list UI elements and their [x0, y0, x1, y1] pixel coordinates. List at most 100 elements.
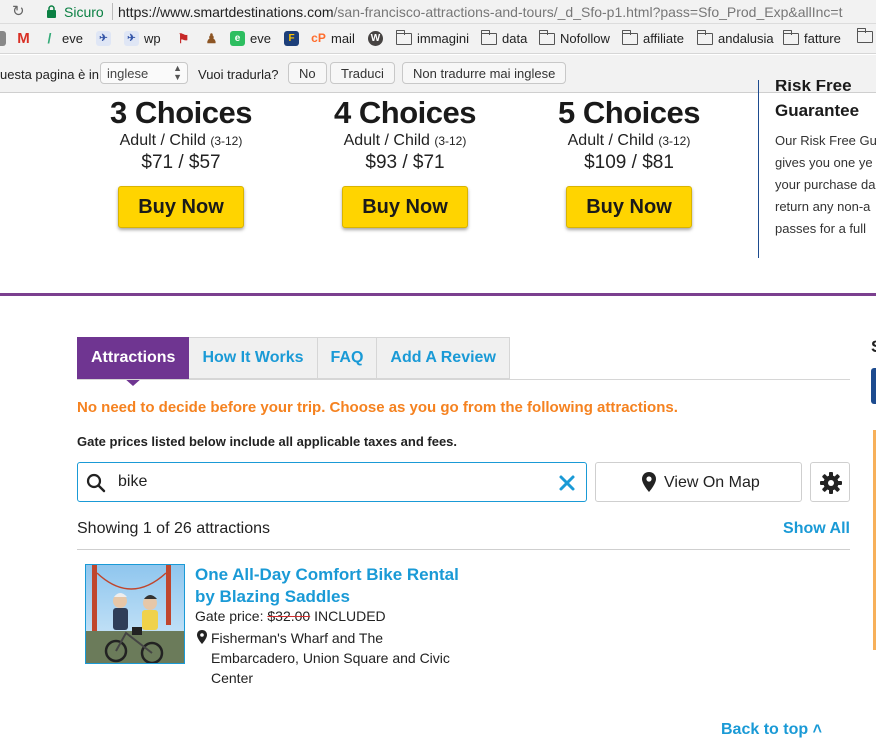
plane-icon: ✈ — [96, 31, 111, 46]
attraction-location: Fisherman's Wharf and The Embarcadero, U… — [211, 630, 450, 686]
bookmark-eve-2[interactable]: e eve — [230, 31, 271, 46]
bookmark-label: immagini — [417, 31, 470, 46]
bookmark-tool[interactable]: ♟ — [204, 31, 219, 46]
settings-button[interactable] — [810, 462, 850, 502]
risk-line: return any non-a — [775, 199, 871, 214]
cyclist-icon: ⚑ — [177, 31, 190, 46]
bookmark-wordpress[interactable]: W — [368, 31, 383, 46]
sidebar-button-clipped[interactable] — [871, 368, 876, 404]
translate-bar: uesta pagina è in inglese ▲ ▼ Vuoi tradur… — [0, 55, 876, 93]
gear-icon — [820, 472, 842, 494]
plan-price: $71 / $57 — [141, 152, 221, 173]
bookmark-andalusia[interactable]: andalusia — [696, 29, 774, 46]
buy-now-button-4[interactable]: Buy Now — [342, 186, 468, 228]
attraction-thumbnail[interactable] — [85, 564, 185, 664]
bookmark-label: mail — [331, 31, 355, 46]
attraction-title-link[interactable]: One All-Day Comfort Bike Rental by Blazi… — [195, 564, 465, 608]
plan-3-choices: 3 Choices Adult / Child (3-12) $71 / $57 — [106, 96, 256, 174]
bookmark-data[interactable]: data — [480, 29, 527, 46]
wordpress-icon: W — [368, 31, 383, 46]
url-field[interactable]: https://www.smartdestinations.com/san-fr… — [118, 4, 842, 20]
folder-icon — [395, 29, 412, 45]
bookmark-affiliate[interactable]: affiliate — [621, 29, 684, 46]
bookmark-partial-folder[interactable] — [856, 28, 873, 43]
plane-icon: ✈ — [124, 31, 139, 46]
no-button[interactable]: No — [288, 62, 327, 84]
back-to-top-link[interactable]: Back to top ˄ — [721, 721, 822, 739]
bookmark-cyclist[interactable]: ⚑ — [176, 31, 191, 46]
bookmark-label: affiliate — [643, 31, 684, 46]
bookmark-mail[interactable]: cP mail — [311, 31, 355, 46]
bookmark-label: Nofollow — [560, 31, 610, 46]
figure-icon: ♟ — [205, 31, 218, 46]
folder-icon — [538, 29, 555, 45]
risk-line: gives you one ye — [775, 155, 873, 170]
bookmark-f[interactable]: F — [284, 31, 299, 46]
bookmark-nofollow[interactable]: Nofollow — [538, 29, 610, 46]
plan-title: 3 Choices — [110, 95, 252, 130]
search-icon — [86, 473, 106, 493]
bike-riders-photo — [86, 565, 184, 663]
translate-button[interactable]: Traduci — [330, 62, 395, 84]
bookmark-gmail[interactable]: M — [16, 31, 31, 46]
section-divider — [0, 293, 876, 296]
tab-how-it-works[interactable]: How It Works — [189, 337, 318, 379]
f-logo-icon: F — [284, 31, 299, 46]
bookmarks-bar: M / eve ✈ ✈ wp ⚑ ♟ e eve F cP mail W immagin… — [0, 24, 876, 54]
intro-text: No need to decide before your trip. Choo… — [77, 399, 678, 416]
lock-icon — [47, 5, 56, 18]
bookmark-partial[interactable] — [0, 31, 6, 46]
plan-subtitle: Adult / Child (3-12) — [106, 132, 256, 150]
bookmark-label: eve — [250, 31, 271, 46]
included-label: INCLUDED — [314, 608, 386, 624]
bookmark-fatture[interactable]: fatture — [782, 29, 841, 46]
bookmark-immagini[interactable]: immagini — [395, 29, 470, 46]
translate-question: Vuoi tradurla? — [198, 67, 279, 82]
view-on-map-button[interactable]: View On Map — [595, 462, 802, 502]
plan-age: (3-12) — [434, 134, 467, 148]
cpanel-icon: cP — [311, 31, 326, 45]
evernote-icon: e — [230, 31, 245, 46]
risk-title-top: Risk Free — [775, 80, 852, 95]
search-input[interactable]: bike — [77, 462, 587, 502]
gate-price: Gate price: $32.00 INCLUDED — [195, 608, 386, 624]
language-value: inglese — [107, 66, 149, 81]
url-path: /san-francisco-attractions-and-tours/_d_… — [333, 4, 843, 20]
chevron-updown-icon: ▲ ▼ — [173, 63, 182, 82]
plan-4-choices: 4 Choices Adult / Child (3-12) $93 / $71 — [330, 96, 480, 174]
bookmark-label: eve — [62, 31, 83, 46]
plan-subtitle: Adult / Child (3-12) — [554, 132, 704, 150]
plan-price: $109 / $81 — [584, 152, 674, 173]
bookmark-eve-1[interactable]: / eve — [42, 30, 83, 47]
buy-now-button-5[interactable]: Buy Now — [566, 186, 692, 228]
tab-faq[interactable]: FAQ — [317, 337, 378, 379]
back-to-top-label: Back to top — [721, 721, 809, 738]
map-pin-icon — [642, 472, 656, 492]
show-all-link[interactable]: Show All — [783, 520, 850, 538]
plan-price: $93 / $71 — [365, 152, 445, 173]
bookmark-label: fatture — [804, 31, 841, 46]
never-translate-button[interactable]: Non tradurre mai inglese — [402, 62, 567, 84]
buy-now-button-3[interactable]: Buy Now — [118, 186, 244, 228]
bookmark-wp[interactable]: ✈ wp — [124, 31, 161, 46]
tab-attractions[interactable]: Attractions — [77, 337, 190, 386]
folder-icon — [696, 29, 713, 45]
plan-title: 5 Choices — [558, 95, 700, 130]
plan-age: (3-12) — [210, 134, 243, 148]
bookmark-icon-only[interactable]: ✈ — [96, 31, 111, 46]
risk-title: Guarantee — [775, 101, 860, 120]
language-select[interactable]: inglese ▲ ▼ — [100, 62, 188, 84]
folder-icon — [782, 29, 799, 45]
reload-icon[interactable]: ↻ — [12, 2, 25, 20]
risk-line: Our Risk Free Gu — [775, 133, 876, 148]
plan-audience: Adult / Child — [343, 132, 430, 149]
url-host: https://www.smartdestinations.com — [118, 4, 334, 20]
close-icon[interactable] — [558, 474, 576, 492]
folder-icon — [621, 29, 638, 45]
tab-add-review[interactable]: Add A Review — [377, 337, 510, 379]
plan-title: 4 Choices — [334, 95, 476, 130]
plan-audience: Adult / Child — [119, 132, 206, 149]
feather-icon: / — [47, 30, 52, 46]
results-divider — [77, 549, 850, 550]
results-count: Showing 1 of 26 attractions — [77, 520, 271, 537]
